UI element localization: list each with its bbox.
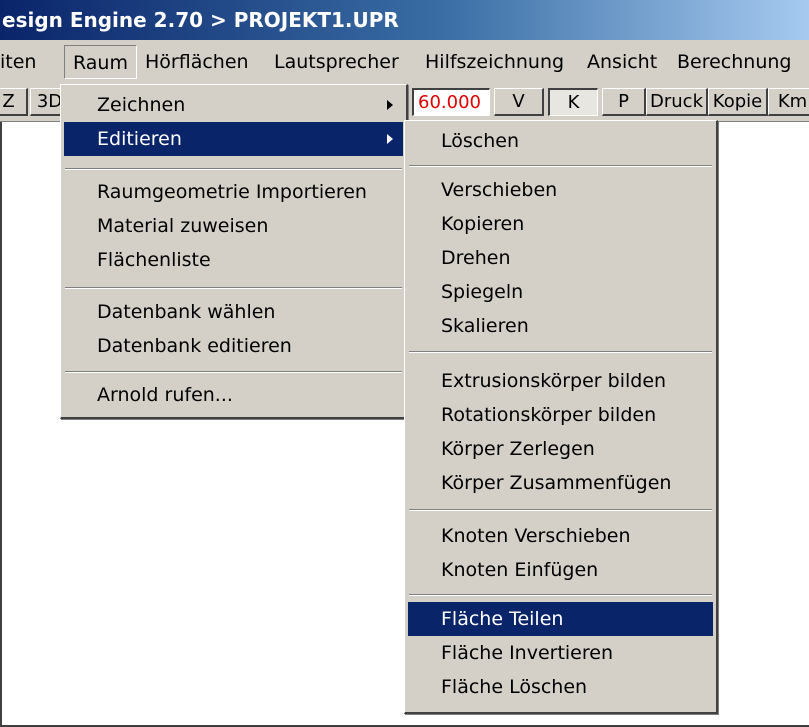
editieren-submenu: Löschen Verschieben Kopieren Drehen Spie…	[404, 120, 718, 714]
toolbar-button-kopie[interactable]: Kopie	[708, 88, 768, 116]
menu-item-ansicht[interactable]: Ansicht	[587, 45, 657, 79]
menu-separator	[65, 168, 402, 170]
menu-koerper-zusammenfuegen[interactable]: Körper Zusammenfügen	[408, 466, 713, 500]
menu-zeichnen[interactable]: Zeichnen	[64, 88, 403, 122]
menu-separator	[409, 351, 712, 353]
toolbar-button-k[interactable]: K	[548, 88, 598, 116]
menu-separator	[409, 165, 712, 167]
menu-koerper-zerlegen[interactable]: Körper Zerlegen	[408, 432, 713, 466]
menu-separator	[409, 594, 712, 596]
submenu-arrow-icon	[387, 100, 393, 110]
menu-editieren[interactable]: Editieren	[64, 122, 403, 156]
menu-item-berechnung[interactable]: Berechnung	[677, 45, 791, 79]
menu-item-bearbeiten[interactable]: iten	[0, 45, 36, 79]
menu-knoten-einfuegen[interactable]: Knoten Einfügen	[408, 553, 713, 587]
menu-flaechenliste[interactable]: Flächenliste	[64, 243, 403, 277]
menu-loeschen[interactable]: Löschen	[408, 124, 713, 158]
menu-bar: iten Raum Hörflächen Lautsprecher Hilfsz…	[0, 40, 809, 84]
menu-item-lautsprecher[interactable]: Lautsprecher	[274, 45, 399, 79]
menu-rotationskoerper[interactable]: Rotationskörper bilden	[408, 398, 713, 432]
menu-knoten-verschieben[interactable]: Knoten Verschieben	[408, 519, 713, 553]
toolbar-button-druck[interactable]: Druck	[646, 88, 708, 116]
menu-skalieren[interactable]: Skalieren	[408, 309, 713, 343]
menu-separator	[65, 287, 402, 289]
menu-flaeche-loeschen[interactable]: Fläche Löschen	[408, 670, 713, 704]
menu-raumgeometrie-importieren[interactable]: Raumgeometrie Importieren	[64, 175, 403, 209]
menu-item-hilfszeichnung[interactable]: Hilfszeichnung	[425, 45, 564, 79]
menu-datenbank-editieren[interactable]: Datenbank editieren	[64, 329, 403, 363]
toolbar-button-v[interactable]: V	[494, 88, 544, 116]
toolbar-button-km[interactable]: Km	[768, 88, 809, 116]
menu-editieren-label: Editieren	[97, 128, 182, 150]
toolbar-button-z[interactable]: Z	[0, 88, 28, 116]
menu-extrusionskoerper[interactable]: Extrusionskörper bilden	[408, 364, 713, 398]
menu-separator	[409, 509, 712, 511]
menu-flaeche-invertieren[interactable]: Fläche Invertieren	[408, 636, 713, 670]
menu-zeichnen-label: Zeichnen	[97, 94, 186, 116]
raum-menu: Zeichnen Editieren Raumgeometrie Importi…	[60, 84, 408, 419]
toolbar-button-p[interactable]: P	[602, 88, 646, 116]
menu-verschieben[interactable]: Verschieben	[408, 173, 713, 207]
menu-separator	[65, 371, 402, 373]
menu-datenbank-waehlen[interactable]: Datenbank wählen	[64, 295, 403, 329]
menu-spiegeln[interactable]: Spiegeln	[408, 275, 713, 309]
menu-material-zuweisen[interactable]: Material zuweisen	[64, 209, 403, 243]
menu-arnold-rufen[interactable]: Arnold rufen...	[64, 378, 403, 412]
menu-item-raum[interactable]: Raum	[64, 45, 137, 79]
menu-kopieren[interactable]: Kopieren	[408, 207, 713, 241]
value-field[interactable]: 60.000	[412, 88, 490, 116]
menu-drehen[interactable]: Drehen	[408, 241, 713, 275]
menu-flaeche-teilen[interactable]: Fläche Teilen	[408, 602, 713, 636]
title-bar: esign Engine 2.70 > PROJEKT1.UPR	[0, 0, 809, 40]
window-title: esign Engine 2.70 > PROJEKT1.UPR	[2, 8, 399, 32]
menu-item-hoerflaechen[interactable]: Hörflächen	[145, 45, 249, 79]
submenu-arrow-icon	[387, 134, 393, 144]
